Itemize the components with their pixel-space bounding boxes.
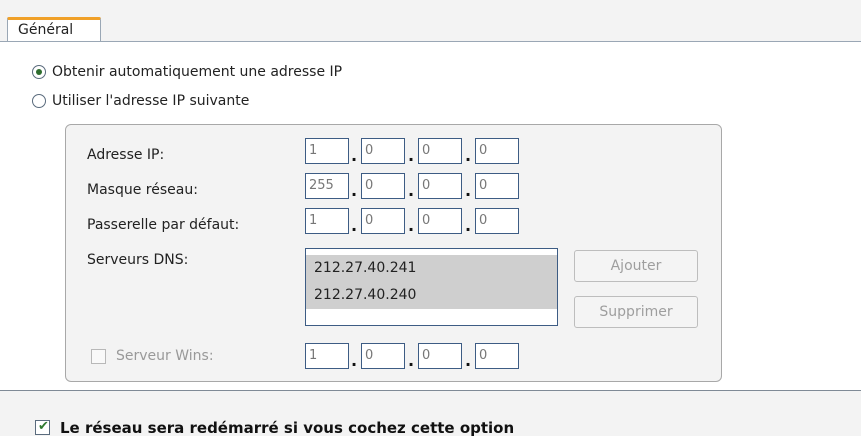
ip-dot: . [465, 216, 472, 235]
dns-server-item[interactable]: 212.27.40.241 [306, 255, 557, 282]
netmask-octet-1[interactable]: 255 [305, 173, 349, 199]
wins-octet-3[interactable]: 0 [418, 343, 462, 369]
ip-octet-3[interactable]: 0 [418, 138, 462, 164]
netmask-octet-2[interactable]: 0 [361, 173, 405, 199]
add-dns-button[interactable]: Ajouter [574, 250, 698, 282]
radio-auto-ip-label: Obtenir automatiquement une adresse IP [52, 64, 343, 80]
ip-dot: . [351, 181, 358, 200]
ip-dot: . [351, 351, 358, 370]
ip-dot: . [351, 146, 358, 165]
wins-checkbox[interactable] [91, 349, 106, 364]
ip-octet-2[interactable]: 0 [361, 138, 405, 164]
restart-network-label: Le réseau sera redémarré si vous cochez … [60, 419, 515, 436]
ip-dot: . [408, 181, 415, 200]
ip-octet-1[interactable]: 1 [305, 138, 349, 164]
network-settings-window: Général Obtenir automatiquement une adre… [0, 0, 861, 436]
radio-auto-ip[interactable] [32, 65, 46, 79]
tab-general[interactable]: Général [7, 17, 101, 42]
ip-address-label: Adresse IP: [87, 147, 165, 163]
wins-octet-2[interactable]: 0 [361, 343, 405, 369]
gateway-octet-2[interactable]: 0 [361, 208, 405, 234]
remove-dns-button[interactable]: Supprimer [574, 296, 698, 328]
ip-dot: . [465, 351, 472, 370]
radio-manual-ip[interactable] [32, 94, 46, 108]
dns-server-list[interactable]: 212.27.40.241 212.27.40.240 [305, 248, 558, 326]
gateway-octet-1[interactable]: 1 [305, 208, 349, 234]
restart-network-checkbox[interactable]: ✔ [35, 419, 50, 435]
netmask-label: Masque réseau: [87, 182, 198, 198]
dns-server-item[interactable]: 212.27.40.240 [306, 282, 557, 309]
ip-dot: . [351, 216, 358, 235]
gateway-label: Passerelle par défaut: [87, 217, 240, 233]
radio-manual-ip-label: Utiliser l'adresse IP suivante [52, 93, 250, 109]
wins-octet-4[interactable]: 0 [475, 343, 519, 369]
ip-dot: . [408, 216, 415, 235]
wins-octet-1[interactable]: 1 [305, 343, 349, 369]
tab-general-label: Général [18, 22, 74, 38]
dns-label: Serveurs DNS: [87, 252, 189, 268]
checkmark-icon: ✔ [38, 419, 49, 434]
ip-dot: . [465, 146, 472, 165]
gateway-octet-4[interactable]: 0 [475, 208, 519, 234]
gateway-octet-3[interactable]: 0 [418, 208, 462, 234]
netmask-octet-4[interactable]: 0 [475, 173, 519, 199]
ip-dot: . [465, 181, 472, 200]
netmask-octet-3[interactable]: 0 [418, 173, 462, 199]
radio-auto-ip-row[interactable]: Obtenir automatiquement une adresse IP [32, 64, 342, 80]
ip-dot: . [408, 146, 415, 165]
ip-octet-4[interactable]: 0 [475, 138, 519, 164]
ip-dot: . [408, 351, 415, 370]
wins-label: Serveur Wins: [116, 348, 214, 364]
radio-manual-ip-row[interactable]: Utiliser l'adresse IP suivante [32, 93, 249, 109]
